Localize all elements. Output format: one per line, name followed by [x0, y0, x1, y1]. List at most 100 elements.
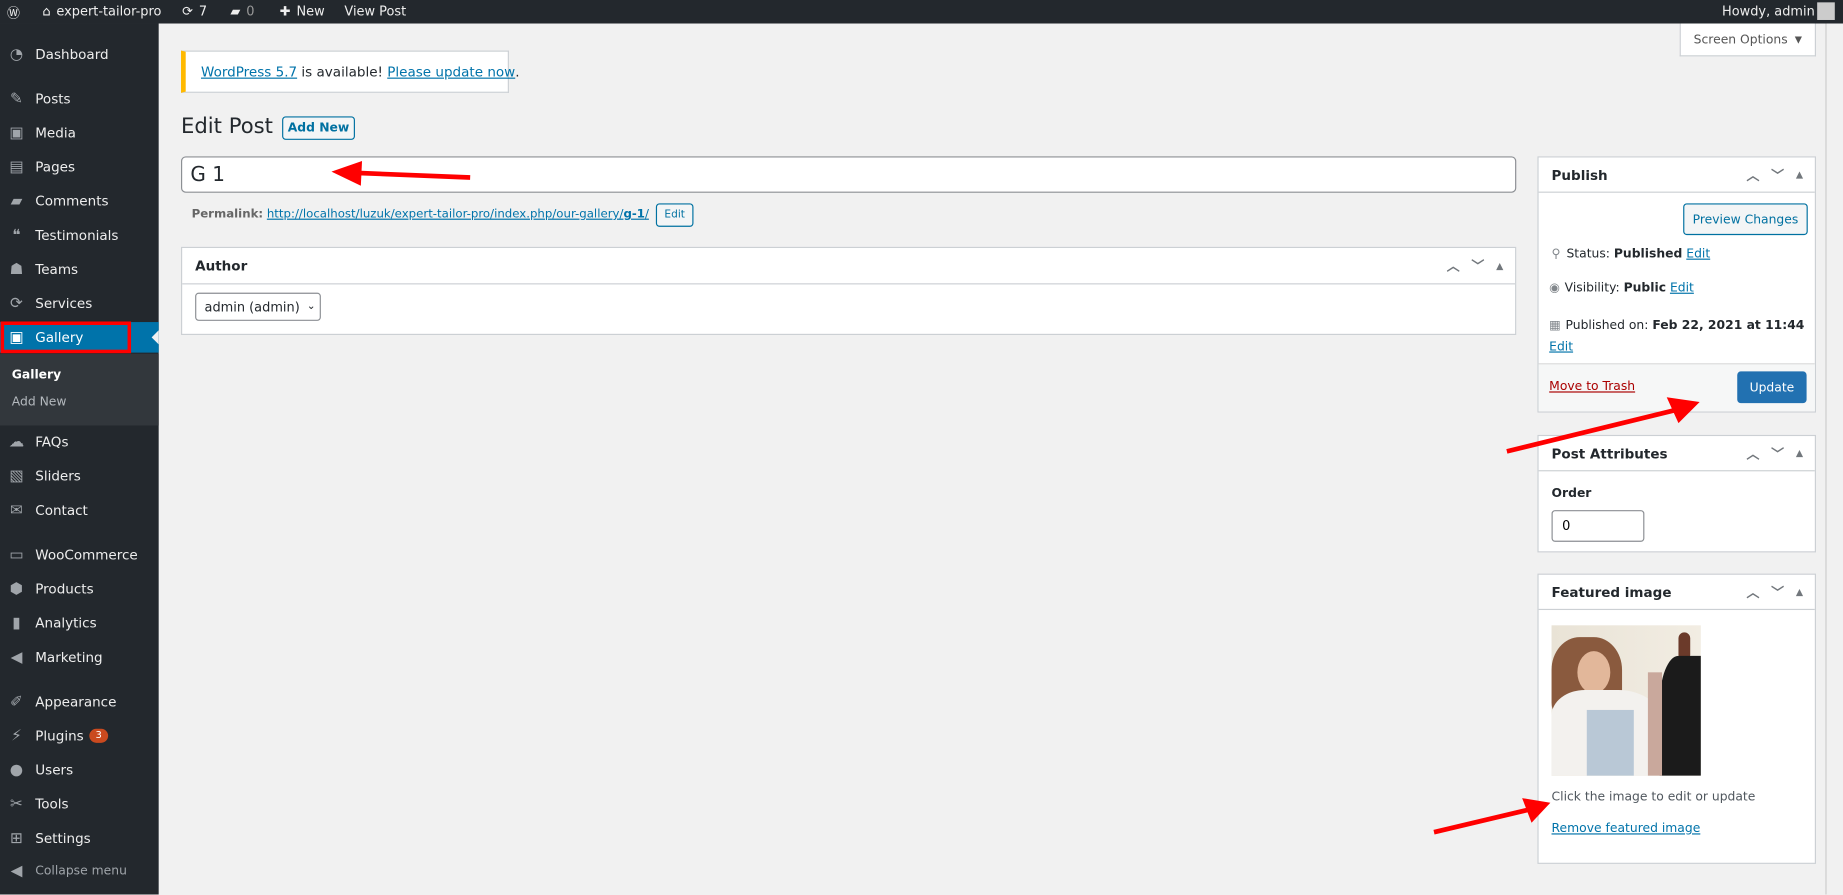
sidebar-item-posts[interactable]: ✎ Posts [0, 83, 159, 114]
publish-box: Publish ︿ ﹀ ▲ Preview Changes ⚲ Status: Pub… [1537, 156, 1816, 413]
update-button[interactable]: Update [1737, 371, 1807, 404]
edit-visibility-link[interactable]: Edit [1670, 281, 1694, 295]
post-attributes-header[interactable]: Post Attributes ︿ ﹀ ▲ [1538, 436, 1815, 472]
comments-link[interactable]: ▰ 0 [230, 4, 254, 19]
permalink: Permalink: http://localhost/luzuk/expert… [192, 208, 649, 221]
chevron-down-icon: ⌄ [306, 300, 316, 313]
screen-options-button[interactable]: Screen Options ▼ [1679, 23, 1816, 57]
author-box-header[interactable]: Author ︿ ﹀ ▲ [182, 248, 1516, 285]
move-up-icon[interactable]: ︿ [1746, 444, 1759, 463]
add-new-button[interactable]: Add New [282, 116, 355, 140]
groups-icon: ☗ [9, 260, 24, 278]
update-now-link[interactable]: Please update now [387, 63, 515, 79]
sidebar-item-comments[interactable]: ▰ Comments [0, 186, 159, 217]
move-up-icon[interactable]: ︿ [1746, 582, 1759, 601]
sidebar-item-pages[interactable]: ▤ Pages [0, 152, 159, 183]
author-select[interactable]: admin (admin) ⌄ [195, 292, 321, 321]
fabric [1647, 672, 1663, 776]
featured-image-title: Featured image [1551, 583, 1672, 601]
sidebar-item-woocommerce[interactable]: ▭ WooCommerce [0, 540, 159, 571]
comment-icon: ▰ [10, 192, 23, 210]
archive-icon: ⬢ [9, 580, 24, 598]
featured-image-thumbnail[interactable] [1551, 625, 1701, 776]
status-row: ⚲ Status: Published Edit [1552, 247, 1711, 261]
sidebar-item-label: Posts [35, 90, 71, 107]
update-icon: ⟳ [182, 3, 194, 19]
wordpress-logo-icon[interactable]: Ⓦ [7, 4, 20, 23]
sidebar-item-analytics[interactable]: ▮ Analytics [0, 608, 159, 639]
toggle-icon[interactable]: ▲ [1796, 169, 1803, 180]
updates-link[interactable]: ⟳ 7 [182, 4, 207, 19]
update-notice: WordPress 5.7 is available! Please updat… [181, 50, 520, 93]
toggle-icon[interactable]: ▲ [1796, 587, 1803, 598]
new-content-link[interactable]: ✚ New [280, 4, 325, 19]
move-down-icon[interactable]: ﹀ [1471, 256, 1484, 275]
sidebar-item-tools[interactable]: ✂ Tools [0, 789, 159, 820]
howdy-link[interactable]: Howdy, admin [1722, 4, 1815, 19]
slides-icon: ▧ [9, 467, 24, 485]
permalink-link[interactable]: http://localhost/luzuk/expert-tailor-pro… [267, 208, 649, 221]
avatar[interactable] [1817, 2, 1835, 20]
sidebar-item-contact[interactable]: ✉ Contact [0, 495, 159, 526]
order-input[interactable] [1551, 510, 1645, 542]
sidebar-item-teams[interactable]: ☗ Teams [0, 254, 159, 285]
sidebar-item-appearance[interactable]: ✐ Appearance [0, 686, 159, 717]
page-title: Edit Post [181, 114, 273, 139]
wordpress-version-link[interactable]: WordPress 5.7 [201, 63, 297, 79]
dashboard-icon: ◔ [9, 45, 24, 63]
figure-apron [1586, 709, 1634, 776]
sidebar-item-testimonials[interactable]: ❝ Testimonials [0, 220, 159, 251]
sidebar-item-gallery[interactable]: ▣ Gallery [0, 322, 159, 353]
home-icon: ⌂ [42, 3, 51, 19]
megaphone-icon: ◀ [10, 648, 23, 666]
sidebar-item-products[interactable]: ⬢ Products [0, 574, 159, 605]
sidebar-item-dashboard[interactable]: ◔ Dashboard [0, 39, 159, 70]
featured-image-header[interactable]: Featured image ︿ ﹀ ▲ [1538, 575, 1815, 611]
sidebar-item-users[interactable]: ● Users [0, 755, 159, 786]
collapse-menu-button[interactable]: ◀ Collapse menu [0, 856, 159, 887]
submenu-gallery[interactable]: Gallery [12, 368, 61, 382]
move-down-icon[interactable]: ﹀ [1771, 165, 1784, 184]
publish-box-title: Publish [1551, 166, 1608, 183]
view-post-link[interactable]: View Post [344, 4, 406, 19]
sidebar-item-label: Contact [35, 501, 88, 519]
sidebar-item-marketing[interactable]: ◀ Marketing [0, 642, 159, 673]
author-box: Author ︿ ﹀ ▲ admin (admin) ⌄ [181, 246, 1517, 335]
preview-changes-button[interactable]: Preview Changes [1683, 203, 1808, 236]
sidebar-item-services[interactable]: ⟳ Services [0, 288, 159, 319]
author-box-title: Author [195, 257, 248, 274]
calendar-icon: ▦ [1549, 318, 1561, 333]
new-label: New [296, 3, 325, 19]
move-up-icon[interactable]: ︿ [1746, 165, 1759, 184]
move-up-icon[interactable]: ︿ [1447, 256, 1460, 275]
gallery-submenu: Gallery Add New [0, 353, 159, 426]
permalink-base: http://localhost/luzuk/expert-tailor-pro… [266, 208, 624, 221]
sidebar-item-settings[interactable]: ⊞ Settings [0, 823, 159, 854]
edit-permalink-button[interactable]: Edit [655, 203, 694, 227]
scrollbar[interactable] [1825, 23, 1843, 895]
submenu-add-new[interactable]: Add New [12, 395, 67, 409]
site-name-link[interactable]: ⌂ expert-tailor-pro [42, 4, 161, 19]
move-down-icon[interactable]: ﹀ [1771, 582, 1784, 601]
figure-face [1577, 651, 1611, 694]
sidebar-item-sliders[interactable]: ▧ Sliders [0, 461, 159, 492]
post-title-input[interactable] [181, 156, 1517, 193]
sidebar-item-faqs[interactable]: ☁ FAQs [0, 427, 159, 458]
move-to-trash-link[interactable]: Move to Trash [1549, 380, 1635, 394]
edit-status-link[interactable]: Edit [1686, 247, 1710, 261]
sidebar-item-plugins[interactable]: ⚡ Plugins 3 [0, 721, 159, 752]
update-icon: ⟳ [10, 294, 23, 313]
toggle-icon[interactable]: ▲ [1796, 448, 1803, 459]
publish-box-header[interactable]: Publish ︿ ﹀ ▲ [1538, 158, 1815, 193]
published-label: Published on: [1565, 318, 1653, 333]
plugin-icon: ⚡ [11, 726, 22, 745]
move-down-icon[interactable]: ﹀ [1771, 444, 1784, 463]
permalink-slug: g-1 [623, 208, 645, 221]
toggle-icon[interactable]: ▲ [1496, 260, 1503, 271]
sidebar-item-media[interactable]: ▣ Media [0, 118, 159, 149]
publish-actions: Move to Trash Update [1538, 363, 1815, 412]
remove-featured-image-link[interactable]: Remove featured image [1552, 822, 1701, 836]
sidebar-item-label: Users [35, 761, 74, 779]
visibility-row: ◉ Visibility: Public Edit [1549, 281, 1694, 295]
edit-date-link[interactable]: Edit [1549, 340, 1573, 354]
